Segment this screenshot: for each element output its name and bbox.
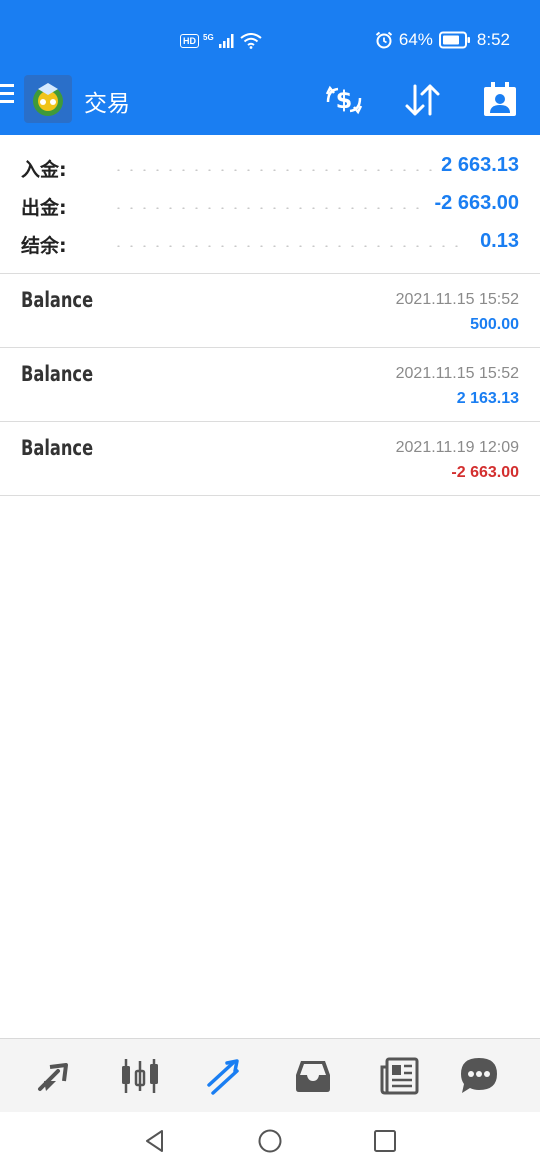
deal-amount: -2 663.00 <box>451 464 519 481</box>
deal-row[interactable]: Balance 2021.11.15 15:52 500.00 <box>0 274 540 348</box>
hd-badge: HD <box>180 34 199 48</box>
bottom-nav <box>0 1038 540 1113</box>
signal-icon <box>218 34 234 48</box>
summary-value: 0.13 <box>474 230 519 253</box>
summary-label: 结余: <box>21 235 67 257</box>
dotted-leader <box>112 169 458 171</box>
quotes-icon[interactable] <box>32 1053 78 1099</box>
menu-icon[interactable] <box>0 84 16 106</box>
deal-time: 2021.11.19 12:09 <box>395 439 519 456</box>
home-icon[interactable] <box>257 1128 283 1154</box>
summary-value: -2 663.00 <box>428 192 519 215</box>
system-navigation-bar <box>0 1112 540 1170</box>
deal-row[interactable]: Balance 2021.11.15 15:52 2 163.13 <box>0 348 540 422</box>
summary-label: 出金: <box>21 197 67 219</box>
summary-row-balance: 结余: 0.13 <box>0 224 540 262</box>
chart-icon[interactable] <box>117 1053 163 1099</box>
alarm-icon <box>375 31 393 49</box>
summary-row-withdrawal: 出金: -2 663.00 <box>0 186 540 224</box>
status-indicators: HD 5G <box>180 30 262 52</box>
page-title: 交易 <box>84 91 130 117</box>
app-logo[interactable] <box>24 75 72 123</box>
network-type-label: 5G <box>203 32 214 42</box>
wifi-icon <box>240 33 262 49</box>
status-time: 8:52 <box>476 30 510 49</box>
deal-type: Balance <box>21 288 94 312</box>
account-icon[interactable] <box>480 80 520 120</box>
exchange-dollar-icon[interactable]: $ <box>324 80 364 120</box>
battery-percent: 64% <box>398 30 433 49</box>
battery-icon <box>438 31 470 49</box>
sort-arrows-icon[interactable] <box>402 80 442 120</box>
trade-icon[interactable] <box>203 1053 249 1099</box>
chat-icon[interactable] <box>456 1053 502 1099</box>
back-icon[interactable] <box>142 1128 168 1154</box>
balance-summary: 入金: 2 663.13 出金: -2 663.00 结余: 0.13 <box>0 135 540 274</box>
deal-row[interactable]: Balance 2021.11.19 12:09 -2 663.00 <box>0 422 540 496</box>
status-right: 64% 8:52 <box>375 28 510 52</box>
deal-time: 2021.11.15 15:52 <box>395 365 519 382</box>
summary-value: 2 663.13 <box>435 154 519 177</box>
app-bar: 交易 $ <box>0 60 540 135</box>
deal-type: Balance <box>21 362 94 386</box>
deal-amount: 500.00 <box>470 316 519 333</box>
news-icon[interactable] <box>377 1053 423 1099</box>
dotted-leader <box>112 245 458 247</box>
deal-time: 2021.11.15 15:52 <box>395 291 519 308</box>
deal-amount: 2 163.13 <box>456 390 519 407</box>
deal-type: Balance <box>21 436 94 460</box>
svg-text:$: $ <box>336 86 353 114</box>
summary-row-deposit: 入金: 2 663.13 <box>0 148 540 186</box>
summary-label: 入金: <box>21 159 67 181</box>
history-icon[interactable] <box>290 1053 336 1099</box>
recents-icon[interactable] <box>372 1128 398 1154</box>
dotted-leader <box>112 207 458 209</box>
